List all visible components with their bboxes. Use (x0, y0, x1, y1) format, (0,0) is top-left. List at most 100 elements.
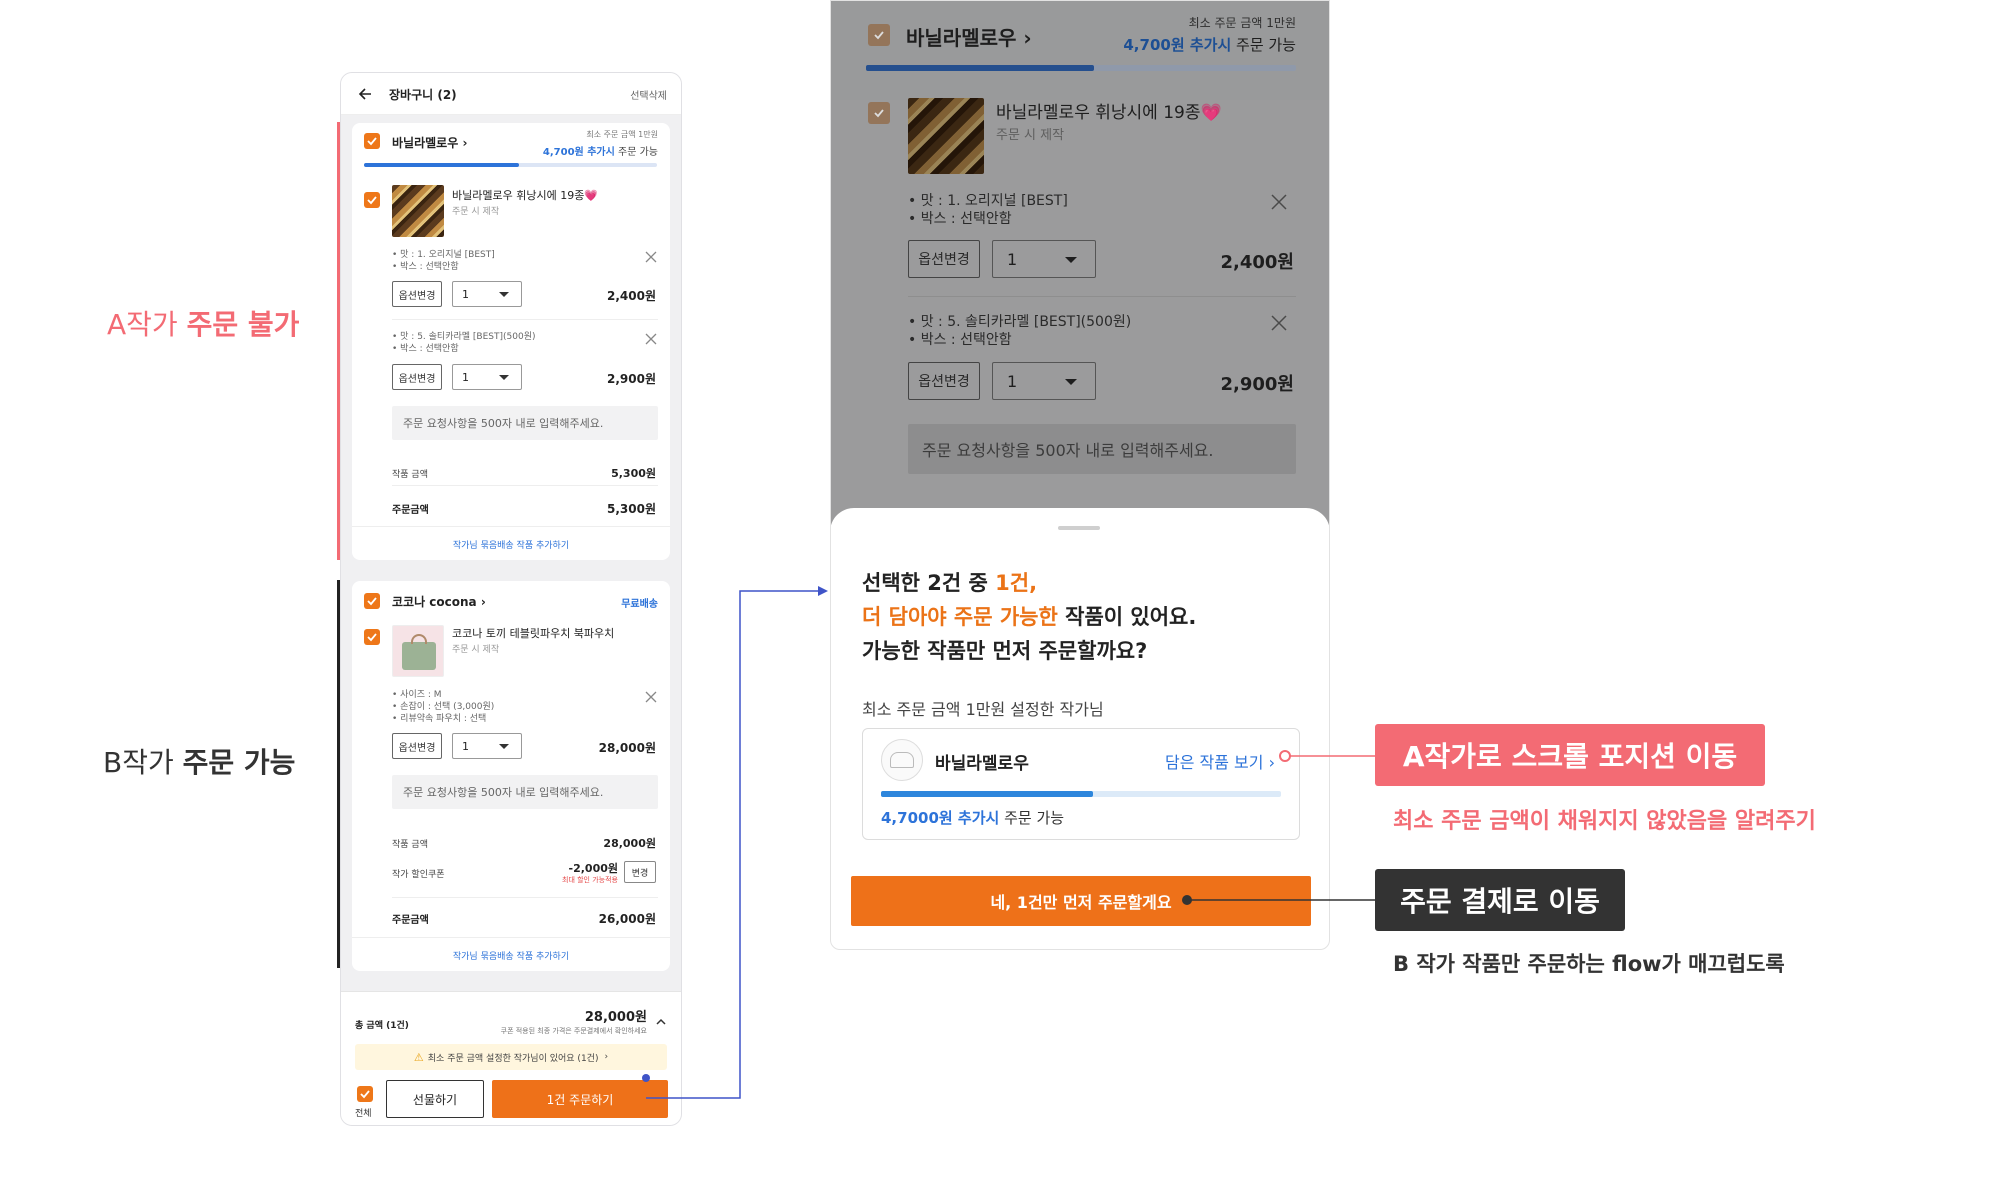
close-icon (1271, 194, 1287, 210)
arrow-left-icon[interactable] (357, 86, 373, 102)
option-change-button[interactable]: 옵션변경 (392, 733, 442, 759)
bg-opt1-line2: • 박스 : 선택안함 (908, 211, 1012, 227)
seller-a-name[interactable]: 바닐라멜로우 › (392, 134, 467, 151)
checkout-label: 주문 결제로 이동 (1375, 869, 1625, 931)
delete-selected-button[interactable]: 선택삭제 (630, 87, 667, 102)
item-amount-label: 작품 금액 (392, 840, 428, 850)
bg-progress-fill (866, 65, 1094, 71)
order-summary-panel: 총 금액 (1건) 28,000원 쿠폰 적용된 최종 가격은 주문결제에서 확… (341, 991, 681, 1125)
coupon-note: 최대 할인 가능적용 (562, 876, 618, 884)
bg-opt1-line1: • 맛 : 1. 오리지널 [BEST] (908, 193, 1068, 209)
cart-screen: 장바구니 (2) 선택삭제 바닐라멜로우 › 최소 주문 금액 1만원 4,70… (340, 72, 682, 1126)
order-request-input[interactable]: 주문 요청사항을 500자 내로 입력해주세요. (392, 406, 658, 440)
annotation-seller-b-available: B작가 주문 가능 (103, 746, 296, 779)
bg-price2: 2,900원 (1220, 374, 1295, 395)
cart-header: 장바구니 (2) 선택삭제 (341, 73, 681, 115)
seller-a-add-amount: 4,700원 추가시 주문 가능 (542, 147, 658, 158)
chevron-right-icon: › (1023, 26, 1032, 50)
divider (392, 485, 658, 486)
add-amount-text: 4,7000원 추가시 주문 가능 (881, 809, 1065, 827)
item-a-title[interactable]: 바닐라멜로우 휘낭시에 19종💗 (452, 187, 598, 203)
item-b-checkbox[interactable] (364, 629, 380, 645)
seller-b-card: 코코나 cocona › 무료배송 코코나 토끼 테블릿파우치 북파우치 주문 … (352, 581, 670, 971)
bg-item-title: 바닐라멜로우 휘낭시에 19종💗 (996, 103, 1222, 123)
caret-down-icon (1065, 257, 1077, 263)
quantity-select[interactable]: 1 (452, 364, 522, 390)
select-all-checkbox[interactable] (357, 1086, 373, 1102)
seller-a-checkbox[interactable] (364, 133, 380, 149)
item-a-checkbox[interactable] (364, 192, 380, 208)
item-b-opt3: • 리뷰약속 파우치 : 선택 (392, 714, 487, 724)
warning-icon: ⚠ (413, 1050, 424, 1064)
bg-item-checkbox (868, 102, 890, 124)
bg-min-order: 최소 주문 금액 1만원 (1188, 16, 1296, 30)
order-amount-value: 5,300원 (607, 502, 656, 516)
sheet-grab-handle[interactable] (1058, 526, 1100, 530)
total-amount: 28,000원 (584, 1010, 647, 1025)
quantity-select[interactable]: 1 (452, 281, 522, 307)
quantity-select[interactable]: 1 (452, 733, 522, 759)
total-note: 쿠폰 적용된 최종 가격은 주문결제에서 확인하세요 (500, 1027, 647, 1035)
item-b-made: 주문 시 제작 (452, 645, 500, 655)
bg-divider (908, 296, 1296, 297)
bg-qty: 1 (992, 240, 1096, 278)
seller-a-min-order: 최소 주문 금액 1만원 (586, 130, 658, 139)
caret-down-icon (499, 375, 509, 380)
divider (352, 526, 670, 527)
checkout-desc: B 작가 작품만 주문하는 flow가 매끄럽도록 (1393, 952, 1785, 976)
bundle-add-link[interactable]: 작가님 묶음배송 작품 추가하기 (352, 538, 670, 551)
item-amount-label: 작품 금액 (392, 470, 428, 480)
bg-option-change: 옵션변경 (908, 362, 980, 400)
item-amount-value: 5,300원 (611, 467, 656, 480)
bg-memo: 주문 요청사항을 500자 내로 입력해주세요. (908, 424, 1296, 474)
bg-opt2-line2: • 박스 : 선택안함 (908, 332, 1012, 348)
sheet-subhead: 최소 주문 금액 1만원 설정한 작가님 (862, 700, 1104, 719)
item-b-thumbnail[interactable] (392, 625, 444, 677)
chevron-right-icon: › (480, 595, 486, 609)
scroll-position-desc: 최소 주문 금액이 채워지지 않았음을 알려주기 (1393, 809, 1816, 834)
bg-seller-checkbox (868, 24, 890, 46)
bg-option-change: 옵션변경 (908, 240, 980, 278)
close-icon[interactable] (645, 333, 657, 345)
page-title: 장바구니 (2) (389, 88, 457, 102)
bg-price1: 2,400원 (1220, 252, 1295, 273)
min-order-modal-screen: 바닐라멜로우 › 최소 주문 금액 1만원 4,700원 추가시 주문 가능 바… (830, 0, 1330, 950)
item-b-title[interactable]: 코코나 토끼 테블릿파우치 북파우치 (452, 625, 614, 641)
bg-item-made: 주문 시 제작 (996, 128, 1065, 143)
min-order-warning[interactable]: ⚠ 최소 주문 금액 설정한 작가님이 있어요 (1건) › (355, 1044, 667, 1070)
item-a-made: 주문 시 제작 (452, 207, 500, 217)
chevron-right-icon: › (462, 136, 468, 150)
option-change-button[interactable]: 옵션변경 (392, 364, 442, 390)
min-order-seller-box: 바닐라멜로우 담은 작품 보기 › 4,7000원 추가시 주문 가능 (862, 728, 1300, 840)
annotation-line-scroll (1279, 750, 1385, 762)
item-a-opt1-line2: • 박스 : 선택안함 (392, 262, 459, 272)
caret-down-icon (499, 744, 509, 749)
seller-b-checkbox[interactable] (364, 593, 380, 609)
item-a-thumbnail[interactable] (392, 185, 444, 237)
order-amount-label: 주문금액 (392, 915, 429, 926)
bg-opt2-line1: • 맛 : 5. 솔티카라멜 [BEST](500원) (908, 314, 1132, 330)
divider (392, 897, 658, 898)
seller-logo-avatar (881, 739, 923, 781)
bottom-sheet: 선택한 2건 중 1건, 더 담아야 주문 가능한 작품이 있어요. 가능한 작… (830, 508, 1330, 950)
close-icon[interactable] (645, 251, 657, 263)
view-items-link[interactable]: 담은 작품 보기 › (1165, 749, 1275, 773)
seller-b-name[interactable]: 코코나 cocona › (392, 593, 486, 610)
gift-button[interactable]: 선물하기 (386, 1080, 484, 1118)
bg-item-thumbnail (908, 98, 984, 174)
flow-connector-arrow (642, 586, 828, 1099)
caret-down-icon (1065, 379, 1077, 385)
seller-name: 바닐라멜로우 (935, 754, 1029, 774)
total-label: 총 금액 (1건) (355, 1021, 409, 1031)
sheet-headline: 선택한 2건 중 1건, 더 담아야 주문 가능한 작품이 있어요. 가능한 작… (862, 571, 1197, 663)
divider (392, 319, 658, 320)
coupon-amount: -2,000원 (568, 862, 618, 875)
bg-add-amount: 4,700원 추가시 주문 가능 (1123, 36, 1296, 54)
order-amount-label: 주문금액 (392, 505, 429, 516)
option-change-button[interactable]: 옵션변경 (392, 281, 442, 307)
bundle-add-link[interactable]: 작가님 묶음배송 작품 추가하기 (352, 949, 670, 962)
order-request-input[interactable]: 주문 요청사항을 500자 내로 입력해주세요. (392, 775, 658, 809)
select-all-label: 전체 (355, 1109, 372, 1119)
scroll-position-label: A작가로 스크롤 포지션 이동 (1375, 724, 1765, 786)
item-a-opt1-price: 2,400원 (607, 289, 656, 303)
